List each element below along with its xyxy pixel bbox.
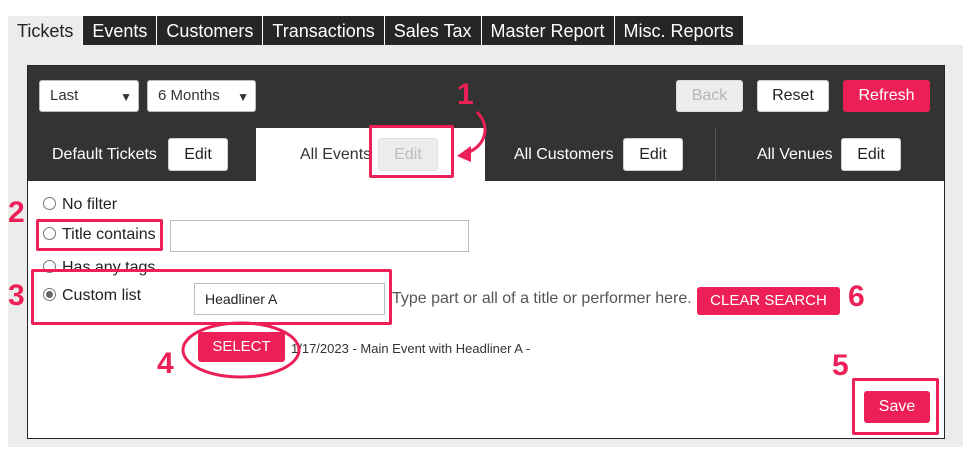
radio-custom-list[interactable] xyxy=(43,288,56,301)
option-has-any-tags-label: Has any tags xyxy=(62,259,156,276)
custom-list-input[interactable]: Headliner A xyxy=(194,283,385,315)
period-select[interactable]: 6 Months ▼ xyxy=(147,80,256,112)
clear-search-button[interactable]: CLEAR SEARCH xyxy=(697,287,840,315)
radio-title-contains[interactable] xyxy=(43,227,56,240)
tab-master-report[interactable]: Master Report xyxy=(481,16,615,45)
filter-all-venues-label: All Venues xyxy=(757,146,833,163)
range-select-value: Last xyxy=(50,87,79,104)
filter-default-tickets-label: Default Tickets xyxy=(52,146,157,163)
radio-has-any-tags[interactable] xyxy=(43,260,56,273)
radio-no-filter[interactable] xyxy=(43,197,56,210)
custom-list-hint: Type part or all of a title or performer… xyxy=(392,290,692,307)
selected-event-result: 1/17/2023 - Main Event with Headliner A … xyxy=(291,341,531,356)
annotation-3: 3 xyxy=(8,279,25,312)
default-tickets-edit-button[interactable]: Edit xyxy=(168,138,228,171)
chevron-down-icon: ▼ xyxy=(237,90,249,104)
annotation-1: 1 xyxy=(457,78,474,111)
period-select-value: 6 Months xyxy=(158,87,220,104)
tab-tickets[interactable]: Tickets xyxy=(8,16,84,45)
option-no-filter-label: No filter xyxy=(62,196,118,213)
filter-default-tickets: Default Tickets Edit xyxy=(28,128,256,181)
filter-all-events: All Events Edit xyxy=(256,128,485,181)
chevron-down-icon: ▼ xyxy=(120,90,132,104)
filter-divider xyxy=(715,128,716,181)
report-tabs: Tickets Events Customers Transactions Sa… xyxy=(8,16,744,45)
tab-transactions[interactable]: Transactions xyxy=(263,16,385,45)
option-title-contains-label: Title contains xyxy=(62,226,156,243)
all-venues-edit-button[interactable]: Edit xyxy=(841,138,901,171)
tab-misc-reports[interactable]: Misc. Reports xyxy=(614,16,744,45)
filter-all-customers-label: All Customers xyxy=(514,146,614,163)
title-contains-input[interactable] xyxy=(170,220,469,252)
filter-all-events-label: All Events xyxy=(300,146,372,163)
range-select[interactable]: Last ▼ xyxy=(39,80,139,112)
option-has-any-tags[interactable]: Has any tags xyxy=(43,259,155,277)
back-button[interactable]: Back xyxy=(676,80,743,112)
reset-button[interactable]: Reset xyxy=(757,80,829,112)
option-custom-list[interactable]: Custom list xyxy=(43,287,141,305)
all-events-edit-button[interactable]: Edit xyxy=(378,138,438,171)
save-button[interactable]: Save xyxy=(864,391,930,423)
tab-events[interactable]: Events xyxy=(83,16,158,45)
refresh-button[interactable]: Refresh xyxy=(843,80,930,112)
highlight-select-circle xyxy=(181,321,301,379)
annotation-2: 2 xyxy=(8,196,25,229)
tab-customers[interactable]: Customers xyxy=(157,16,264,45)
option-custom-list-label: Custom list xyxy=(62,287,142,304)
annotation-5: 5 xyxy=(832,349,849,382)
all-customers-edit-button[interactable]: Edit xyxy=(623,138,683,171)
annotation-4: 4 xyxy=(157,347,174,380)
option-no-filter[interactable]: No filter xyxy=(43,196,117,214)
arrow-icon xyxy=(457,110,487,162)
tab-sales-tax[interactable]: Sales Tax xyxy=(384,16,482,45)
option-title-contains[interactable]: Title contains xyxy=(43,226,156,244)
annotation-6: 6 xyxy=(848,280,865,313)
